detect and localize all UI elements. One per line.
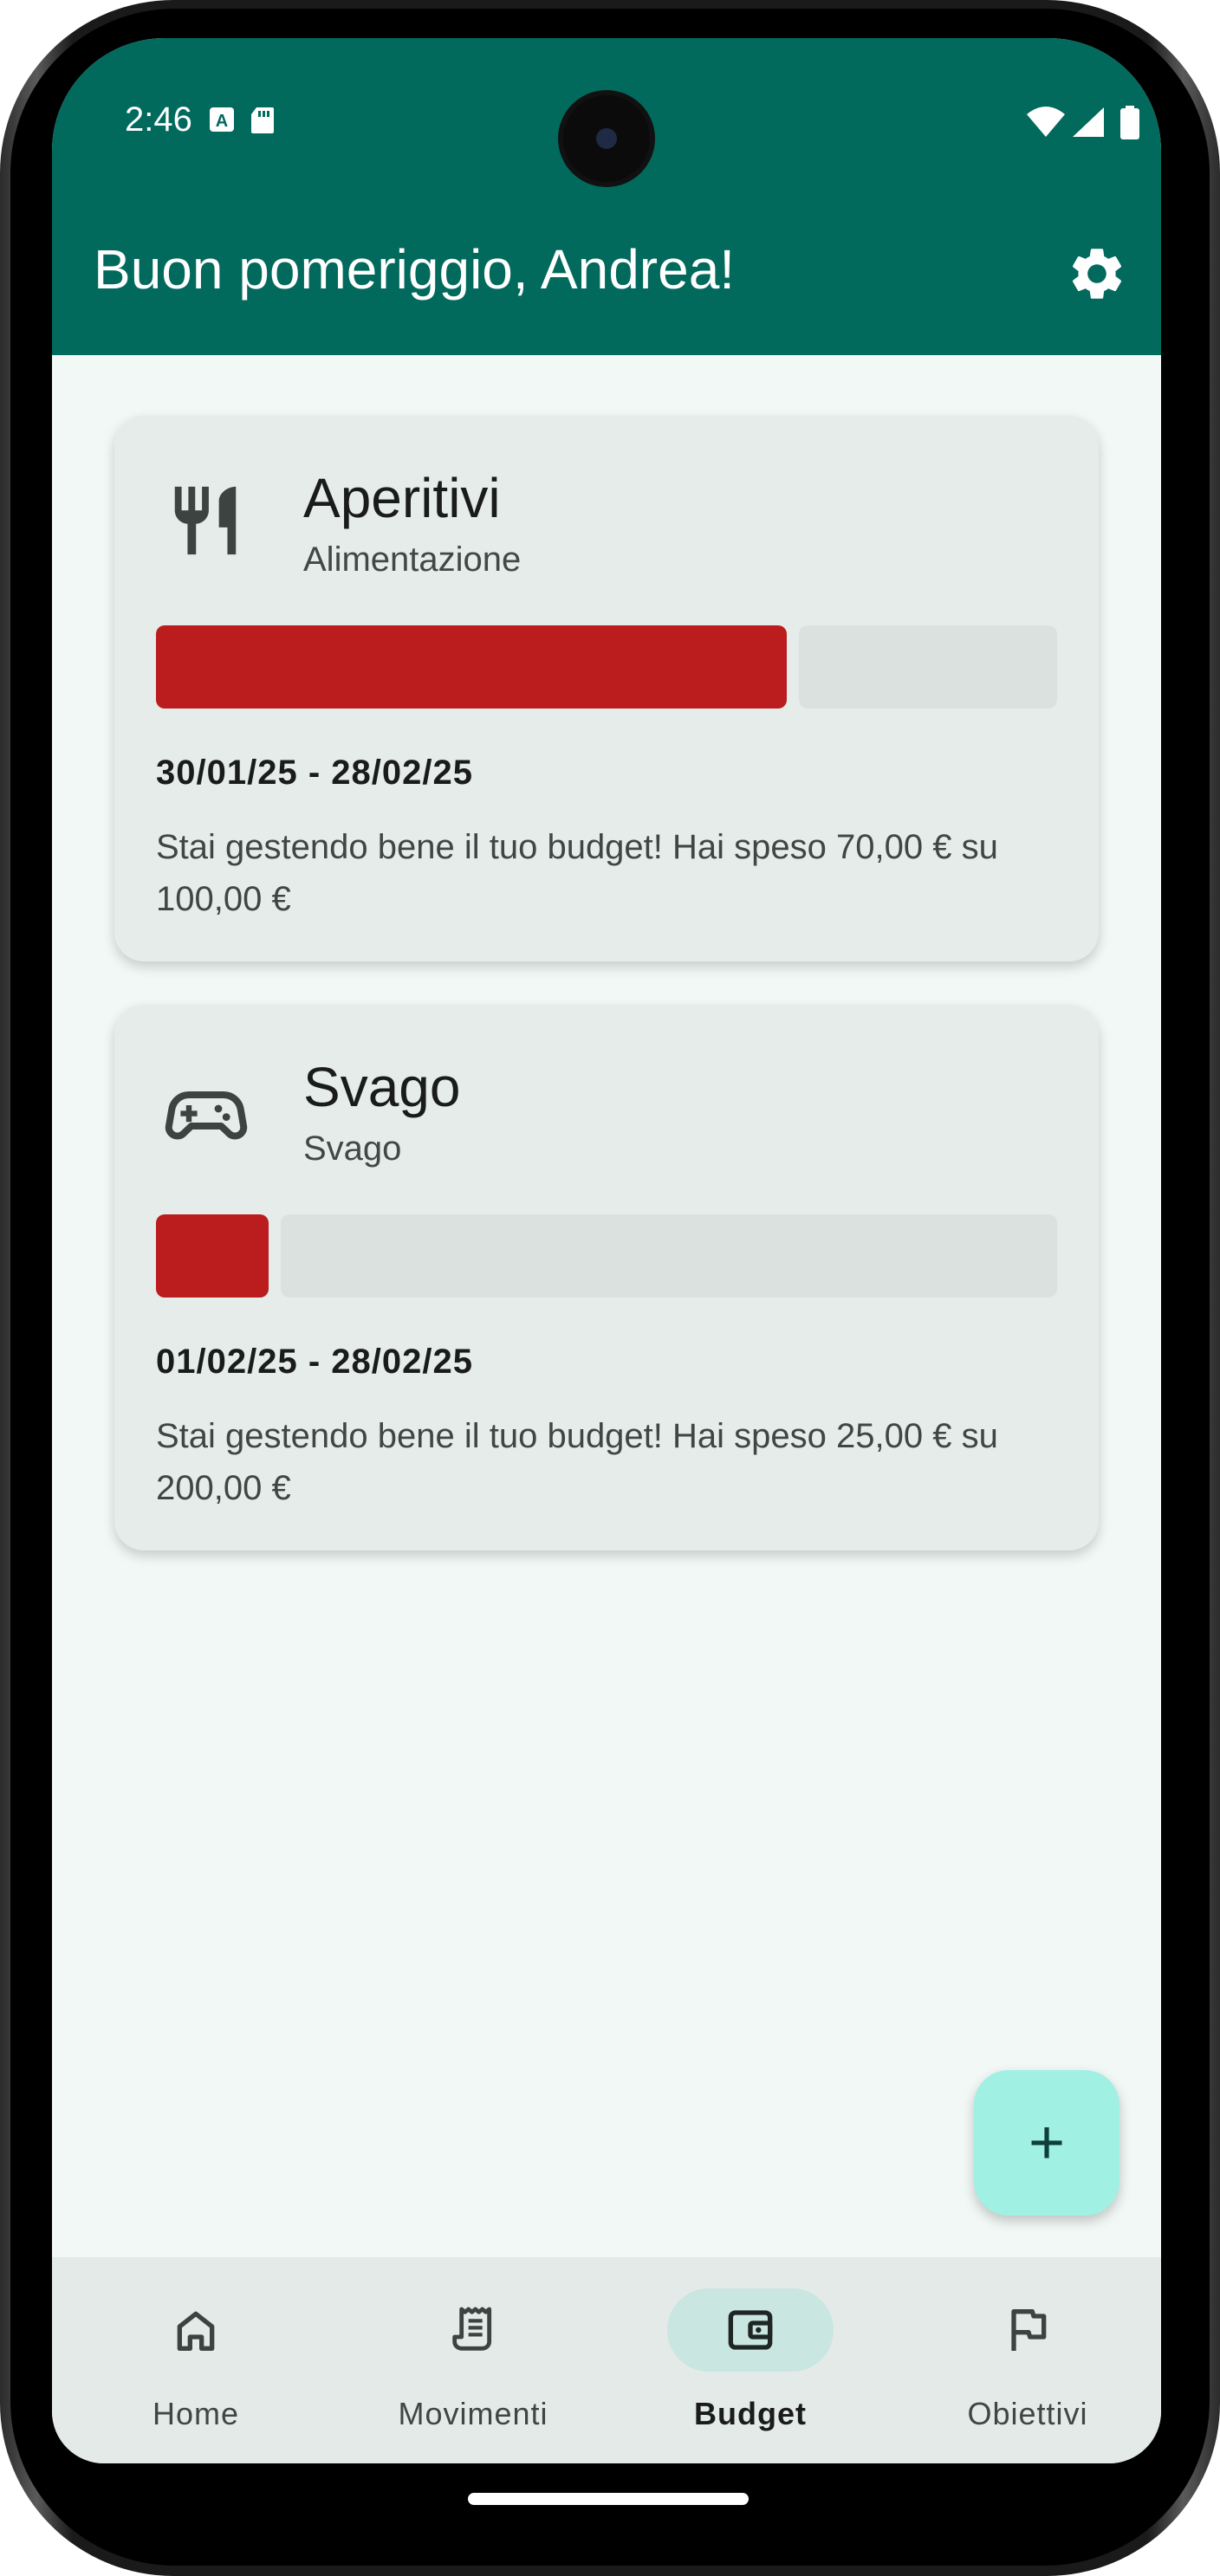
- signal-icon: [1073, 107, 1104, 137]
- sd-card-icon: [251, 107, 274, 133]
- nav-label: Budget: [694, 2396, 807, 2431]
- receipt-icon: [452, 2307, 492, 2351]
- greeting-title: Buon pomeriggio, Andrea!: [94, 238, 736, 301]
- svg-text:A: A: [216, 112, 228, 131]
- restaurant-icon: [174, 486, 237, 555]
- app-screen: 2:46 A Buon pomeriggio, Andrea! Aperitiv…: [52, 38, 1161, 2463]
- nav-label: Movimenti: [398, 2396, 548, 2431]
- gamepad-icon: [165, 1091, 248, 1140]
- budget-progress-fill: [156, 1214, 269, 1298]
- budget-category: Alimentazione: [303, 540, 522, 579]
- nav-item-movimenti[interactable]: Movimenti: [329, 2257, 607, 2463]
- budget-progress-track: [799, 625, 1057, 709]
- budget-category: Svago: [303, 1129, 402, 1168]
- settings-gear-icon[interactable]: [1066, 243, 1128, 305]
- plus-icon: +: [1028, 2108, 1066, 2178]
- wallet-icon: [728, 2310, 773, 2350]
- add-budget-button[interactable]: +: [974, 2070, 1119, 2216]
- wifi-icon: [1027, 107, 1065, 137]
- gesture-home-bar[interactable]: [468, 2493, 749, 2505]
- home-icon: [177, 2311, 215, 2351]
- bottom-navigation: Home Movimenti Budget Obiettivi: [52, 2257, 1161, 2463]
- nav-item-home[interactable]: Home: [52, 2257, 329, 2463]
- nav-item-obiettivi[interactable]: Obiettivi: [884, 2257, 1161, 2463]
- top-app-bar: 2:46 A Buon pomeriggio, Andrea!: [52, 38, 1161, 355]
- budget-message: Stai gestendo bene il tuo budget! Hai sp…: [156, 828, 998, 918]
- battery-icon: [1120, 106, 1139, 139]
- budget-name: Svago: [303, 1056, 461, 1118]
- nav-label: Home: [152, 2396, 240, 2431]
- budget-dates: 01/02/25 - 28/02/25: [156, 1343, 473, 1381]
- front-camera: [563, 95, 650, 182]
- budget-card[interactable]: Svago Svago 01/02/25 - 28/02/25 Stai ges…: [114, 1005, 1099, 1550]
- budget-name: Aperitivi: [303, 467, 501, 529]
- budget-dates: 30/01/25 - 28/02/25: [156, 754, 473, 792]
- keyboard-notification-icon: A: [210, 107, 234, 132]
- budget-card[interactable]: Aperitivi Alimentazione 30/01/25 - 28/02…: [114, 416, 1099, 961]
- nav-label: Obiettivi: [967, 2396, 1088, 2431]
- budget-progress-fill: [156, 625, 787, 709]
- budget-message: Stai gestendo bene il tuo budget! Hai sp…: [156, 1417, 998, 1507]
- flag-icon: [1011, 2309, 1047, 2351]
- nav-item-budget[interactable]: Budget: [607, 2257, 884, 2463]
- budget-progress-track: [281, 1214, 1057, 1298]
- status-time: 2:46: [125, 100, 192, 139]
